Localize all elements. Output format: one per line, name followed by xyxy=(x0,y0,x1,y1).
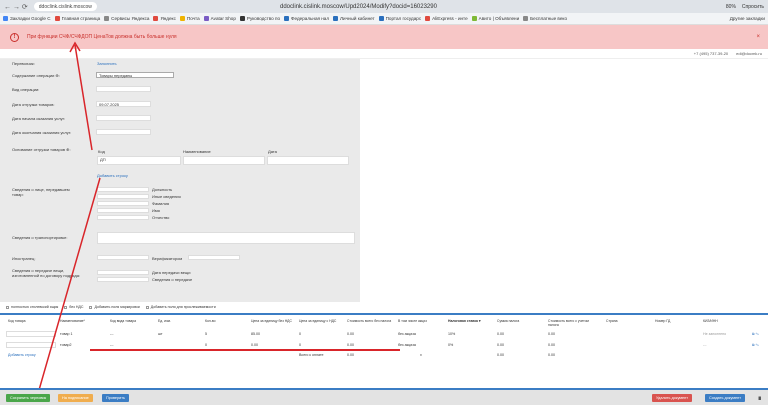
action-footer: Сохранить черновик На подписание Провери… xyxy=(0,388,768,405)
validate-button[interactable]: Проверить xyxy=(102,394,129,402)
create-document-button[interactable]: Создать документ xyxy=(705,394,745,402)
save-draft-button[interactable]: Сохранить черновик xyxy=(6,394,51,402)
sign-button[interactable]: На подписание xyxy=(58,394,93,402)
user-icon[interactable]: ∎ xyxy=(758,394,762,402)
delete-document-button[interactable]: Удалить документ xyxy=(652,394,692,402)
annotation-arrows xyxy=(36,41,101,398)
